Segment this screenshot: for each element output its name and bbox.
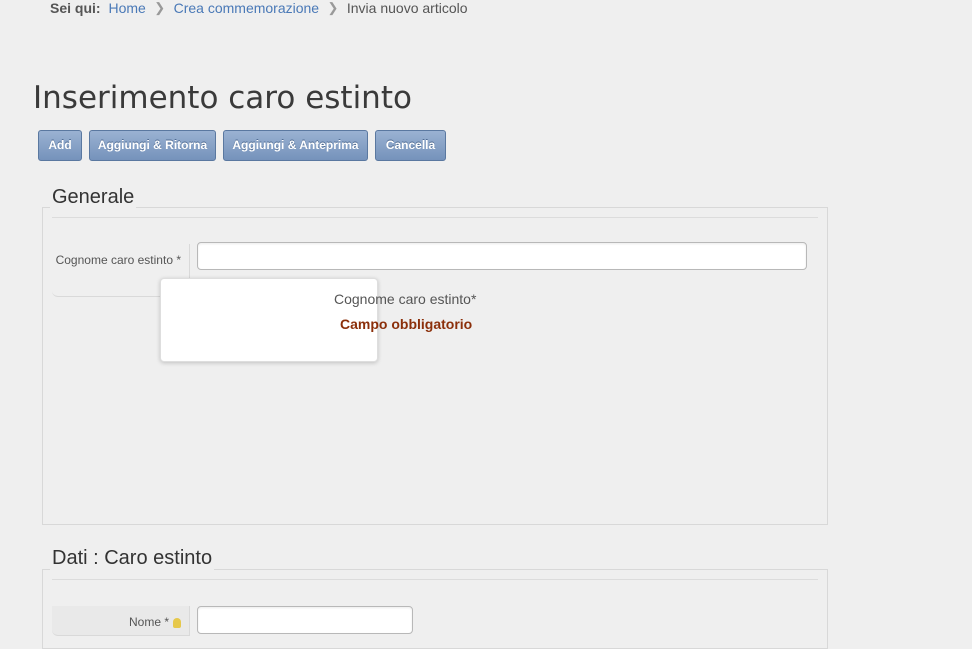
add-button[interactable]: Add (38, 130, 82, 161)
add-return-button[interactable]: Aggiungi & Ritorna (89, 130, 216, 161)
fieldset-generale-legend: Generale (50, 186, 137, 209)
validation-tooltip: Cognome caro estinto* Campo obbligatorio (160, 278, 476, 362)
breadcrumb-home-link[interactable]: Home (108, 0, 145, 16)
nome-label: Nome * (52, 606, 190, 636)
cognome-label-text: Cognome caro estinto * (55, 253, 181, 267)
cancel-button[interactable]: Cancella (375, 130, 446, 161)
breadcrumb-label: Sei qui: (50, 0, 101, 16)
divider (52, 217, 818, 218)
fieldset-dati-legend: Dati : Caro estinto (50, 547, 215, 570)
nome-label-text: Nome * (128, 615, 169, 629)
nome-input[interactable] (197, 606, 413, 634)
chevron-right-icon: ❯ (327, 0, 339, 15)
breadcrumb-current: Invia nuovo articolo (346, 0, 468, 16)
tooltip-title: Cognome caro estinto* (334, 291, 477, 307)
breadcrumb: Sei qui: Home ❯ Crea commemorazione ❯ In… (50, 0, 468, 18)
chevron-right-icon: ❯ (154, 0, 166, 15)
add-preview-button[interactable]: Aggiungi & Anteprima (223, 130, 368, 161)
page-title: Inserimento caro estinto (33, 80, 412, 116)
cognome-input[interactable] (197, 242, 807, 270)
tooltip-message: Campo obbligatorio (340, 316, 473, 332)
divider (52, 579, 818, 580)
lightbulb-icon (173, 617, 181, 628)
breadcrumb-crea-link[interactable]: Crea commemorazione (174, 0, 320, 16)
